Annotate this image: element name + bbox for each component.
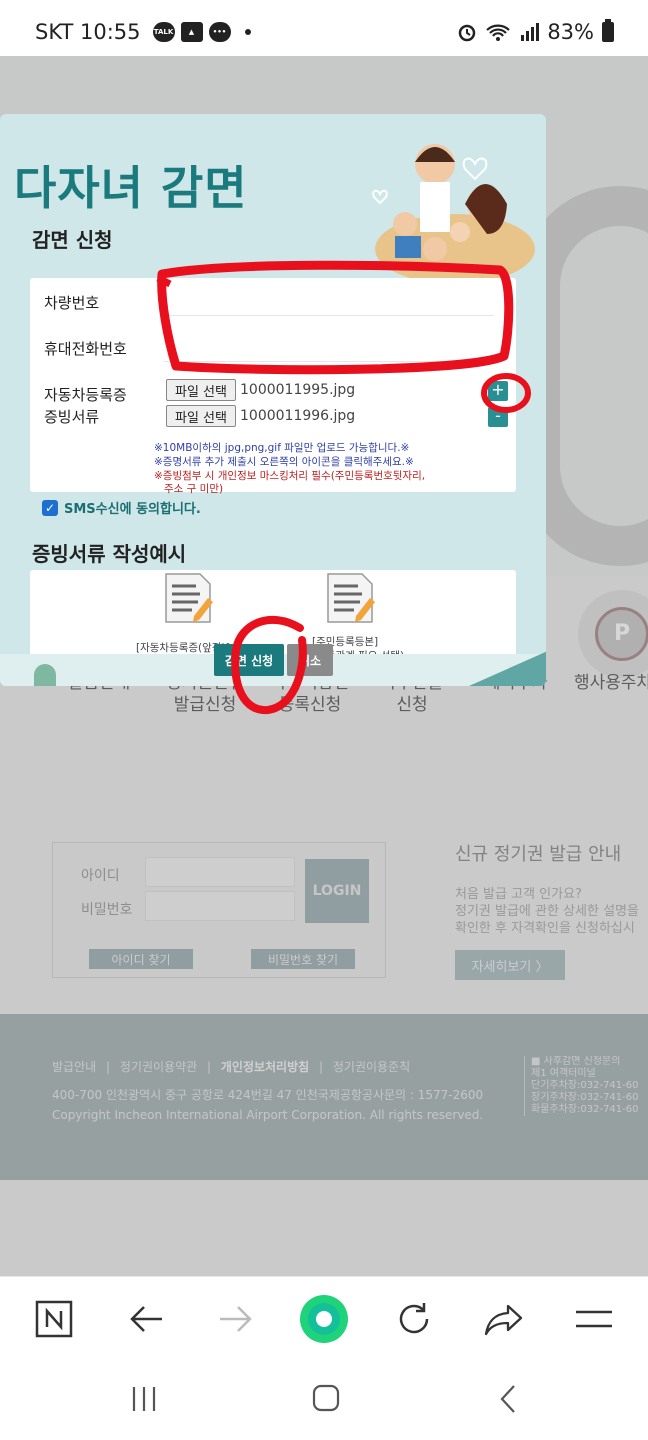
add-file-button[interactable]: + xyxy=(488,381,508,401)
status-time: SKT 10:55 xyxy=(35,20,141,44)
file-select-button-1[interactable]: 파일 선택 xyxy=(166,379,236,401)
file-name-2: 1000011996.jpg xyxy=(240,408,356,424)
upload-note-size: ※10MB이하의 jpg,png,gif 파일만 업로드 가능합니다.※ xyxy=(154,442,410,454)
system-navigation-bar xyxy=(0,1360,648,1440)
car-number-input[interactable] xyxy=(164,286,494,316)
upload-note-add: ※증명서류 추가 제출시 오른쪽의 아이콘을 클릭해주세요.※ xyxy=(154,456,414,468)
system-back-icon[interactable] xyxy=(496,1384,520,1418)
remove-file-button[interactable]: - xyxy=(488,407,508,427)
file-select-button-2[interactable]: 파일 선택 xyxy=(166,405,236,427)
chat-icon: ••• xyxy=(208,22,231,42)
status-bar: SKT 10:55 TALK ▲ ••• 83% xyxy=(0,0,648,56)
menu-icon[interactable] xyxy=(572,1297,616,1341)
document-edit-icon[interactable] xyxy=(164,572,214,624)
file-name-1: 1000011995.jpg xyxy=(240,382,356,398)
document-edit-icon-2[interactable] xyxy=(326,572,376,624)
application-form: 차량번호 휴대전화번호 자동차등록증 증빙서류 파일 선택 1000011995… xyxy=(30,278,516,495)
alarm-icon xyxy=(459,24,476,42)
forward-arrow-icon[interactable] xyxy=(214,1297,258,1341)
discount-application-modal: 다자녀 감면 감면 신청 차량번호 휴대전화번호 자동차등록증 증빙서류 파일 … xyxy=(0,114,546,686)
battery-icon xyxy=(602,19,614,42)
sms-consent[interactable]: ✓ SMS수신에 동의합니다. xyxy=(42,498,201,517)
home-circle-icon[interactable] xyxy=(298,1293,350,1345)
talk-icon: TALK xyxy=(152,22,175,42)
recent-apps-icon[interactable] xyxy=(130,1384,160,1418)
car-number-label: 차량번호 xyxy=(44,294,100,312)
sms-consent-label: SMS수신에 동의합니다. xyxy=(64,502,201,517)
tree-decoration xyxy=(34,664,56,686)
gallery-icon: ▲ xyxy=(180,22,203,42)
phone-label: 휴대전화번호 xyxy=(44,340,127,358)
naver-n-icon[interactable] xyxy=(32,1297,76,1341)
banner-title: 다자녀 감면 xyxy=(14,161,248,215)
family-illustration xyxy=(372,144,535,284)
back-arrow-icon[interactable] xyxy=(124,1297,168,1341)
refresh-icon[interactable] xyxy=(392,1297,436,1341)
battery-percent: 83% xyxy=(547,20,594,44)
apply-section-title: 감면 신청 xyxy=(32,228,113,252)
browser-toolbar xyxy=(0,1276,648,1360)
example-section-title: 증빙서류 작성예시 xyxy=(32,542,187,566)
wifi-icon xyxy=(486,24,511,41)
phone-input[interactable] xyxy=(164,332,494,362)
sms-consent-checkbox[interactable]: ✓ xyxy=(42,499,58,516)
apply-discount-button[interactable]: 감면 신청 xyxy=(214,644,284,676)
signal-icon xyxy=(521,23,540,41)
upload-note-masking-2: 주소 구 미만) xyxy=(164,483,224,495)
home-button-icon[interactable] xyxy=(312,1384,340,1416)
more-notifications-icon xyxy=(244,29,251,35)
share-icon[interactable] xyxy=(482,1297,526,1341)
documents-label: 자동차등록증 증빙서류 xyxy=(44,386,127,426)
cancel-button[interactable]: 취소 xyxy=(287,644,333,676)
